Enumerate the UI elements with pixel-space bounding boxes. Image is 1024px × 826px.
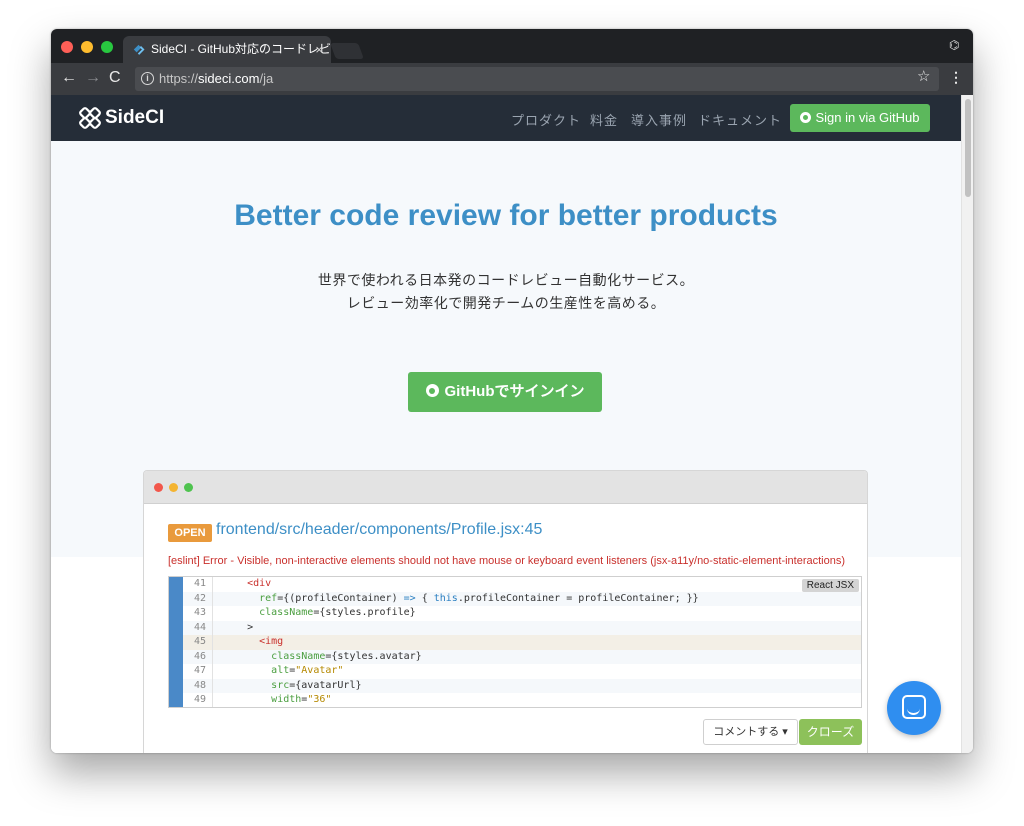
code-line: 46 className={styles.avatar} — [183, 649, 861, 664]
review-mock-window: OPEN frontend/src/header/components/Prof… — [143, 470, 868, 753]
mock-yellow-dot — [169, 483, 178, 492]
line-number: 48 — [183, 678, 213, 693]
hero-subtitle-line-2: レビュー効率化で開発チームの生産性を高める。 — [346, 295, 666, 311]
code-line: 49 width="36" — [183, 693, 861, 707]
browser-menu-icon[interactable]: ⋮ — [949, 69, 963, 86]
file-path-link[interactable]: frontend/src/header/components/Profile.j… — [216, 521, 542, 539]
code-text: width="36" — [271, 694, 332, 705]
hero-subtitle-line-1: 世界で使われる日本発のコードレビュー自動化サービス。 — [317, 272, 695, 288]
incognito-icon: ⌬ — [949, 38, 960, 52]
url-path: /ja — [259, 71, 274, 86]
github-icon — [800, 112, 812, 123]
browser-toolbar: ← → C i https://sideci.com/ja ☆ ⋮ — [51, 63, 973, 95]
nav-link-docs[interactable]: ドキュメント — [698, 110, 782, 129]
page-viewport: SideCI プロダクト 料金 導入事例 ドキュメント Sign in via … — [51, 95, 961, 753]
sideci-favicon-icon — [133, 44, 145, 55]
site-navbar: SideCI プロダクト 料金 導入事例 ドキュメント Sign in via … — [51, 95, 961, 141]
code-line: 45 <img — [183, 635, 861, 650]
site-info-icon[interactable]: i — [141, 72, 154, 85]
code-line: 47 alt="Avatar" — [183, 664, 861, 679]
github-icon — [425, 384, 439, 397]
logo-text: SideCI — [105, 107, 165, 128]
hero-title: Better code review for better products — [234, 199, 778, 232]
line-number: 41 — [183, 577, 213, 592]
mock-green-dot — [184, 483, 193, 492]
nav-link-case-studies[interactable]: 導入事例 — [631, 110, 687, 129]
browser-titlebar: SideCI - GitHub対応のコードレビ × ⌬ — [51, 29, 973, 63]
code-line: 43 className={styles.profile} — [183, 606, 861, 621]
line-number: 45 — [183, 635, 213, 650]
status-badge: OPEN — [168, 524, 212, 542]
code-text: className={styles.profile} — [259, 607, 416, 618]
reload-icon[interactable]: C — [109, 69, 121, 87]
browser-tab-active[interactable]: SideCI - GitHub対応のコードレビ × — [123, 36, 331, 63]
tab-title: SideCI - GitHub対応のコードレビ — [151, 42, 331, 56]
code-line: 42 ref={(profileContainer) => { this.pro… — [183, 591, 861, 606]
line-number: 46 — [183, 649, 213, 664]
sideci-logo[interactable]: SideCI — [79, 107, 164, 129]
signin-github-button[interactable]: Sign in via GitHub — [790, 104, 930, 132]
chat-icon — [902, 695, 926, 719]
code-snippet: 41 <div 42 ref={(profileContainer) => { t… — [168, 576, 862, 708]
comment-dropdown-button[interactable]: コメントする ▾ — [703, 719, 798, 745]
window-minimize-button[interactable] — [81, 41, 93, 53]
hero-subtitle: 世界で使われる日本発のコードレビュー自動化サービス。 レビュー効率化で開発チーム… — [51, 269, 961, 315]
sideci-logo-icon — [79, 107, 101, 129]
code-line: 48 src={avatarUrl} — [183, 678, 861, 693]
window-close-button[interactable] — [61, 41, 73, 53]
nav-link-pricing[interactable]: 料金 — [590, 110, 618, 129]
nav-link-product[interactable]: プロダクト — [511, 110, 581, 129]
code-line: 41 <div — [183, 577, 861, 592]
signin-label: Sign in via GitHub — [815, 110, 920, 125]
window-zoom-button[interactable] — [101, 41, 113, 53]
lint-error-message: [eslint] Error - Visible, non-interactiv… — [168, 555, 846, 567]
code-text: alt="Avatar" — [271, 665, 344, 676]
line-number: 43 — [183, 606, 213, 621]
code-lines: 41 <div 42 ref={(profileContainer) => { t… — [183, 577, 861, 707]
close-issue-button[interactable]: クローズ — [799, 719, 862, 745]
back-arrow-icon[interactable]: ← — [61, 69, 77, 87]
line-number: 47 — [183, 664, 213, 679]
code-text: <img — [259, 636, 284, 647]
url-scheme: https:// — [159, 71, 199, 86]
line-number: 49 — [183, 693, 213, 707]
line-number: 44 — [183, 620, 213, 635]
code-text: ref={(profileContainer) => { this.profil… — [259, 592, 699, 604]
code-line: 44 > — [183, 620, 861, 635]
code-text: className={styles.avatar} — [271, 650, 422, 662]
page-scrollbar[interactable] — [961, 95, 973, 753]
address-bar[interactable]: i https://sideci.com/ja — [135, 67, 939, 91]
code-text: <div — [247, 578, 272, 589]
line-number: 42 — [183, 591, 213, 606]
url-host: sideci.com — [198, 71, 260, 86]
chat-launcher-button[interactable] — [887, 681, 941, 735]
scrollbar-thumb[interactable] — [965, 99, 971, 197]
new-tab-button[interactable] — [330, 43, 364, 59]
mock-window-titlebar — [144, 471, 867, 504]
mock-red-dot — [154, 483, 163, 492]
language-badge: React JSX — [801, 579, 859, 592]
bookmark-star-icon[interactable]: ☆ — [917, 67, 930, 85]
github-signin-cta-button[interactable]: GitHubでサインイン — [408, 372, 602, 412]
code-text: src={avatarUrl} — [271, 679, 362, 691]
forward-arrow-icon[interactable]: → — [85, 69, 101, 87]
code-gutter-bar — [169, 577, 183, 707]
browser-window: SideCI - GitHub対応のコードレビ × ⌬ ← → C i http… — [51, 29, 973, 753]
cta-label: GitHubでサインイン — [444, 383, 585, 400]
tab-close-icon[interactable]: × — [315, 36, 323, 63]
code-text: > — [223, 621, 254, 633]
